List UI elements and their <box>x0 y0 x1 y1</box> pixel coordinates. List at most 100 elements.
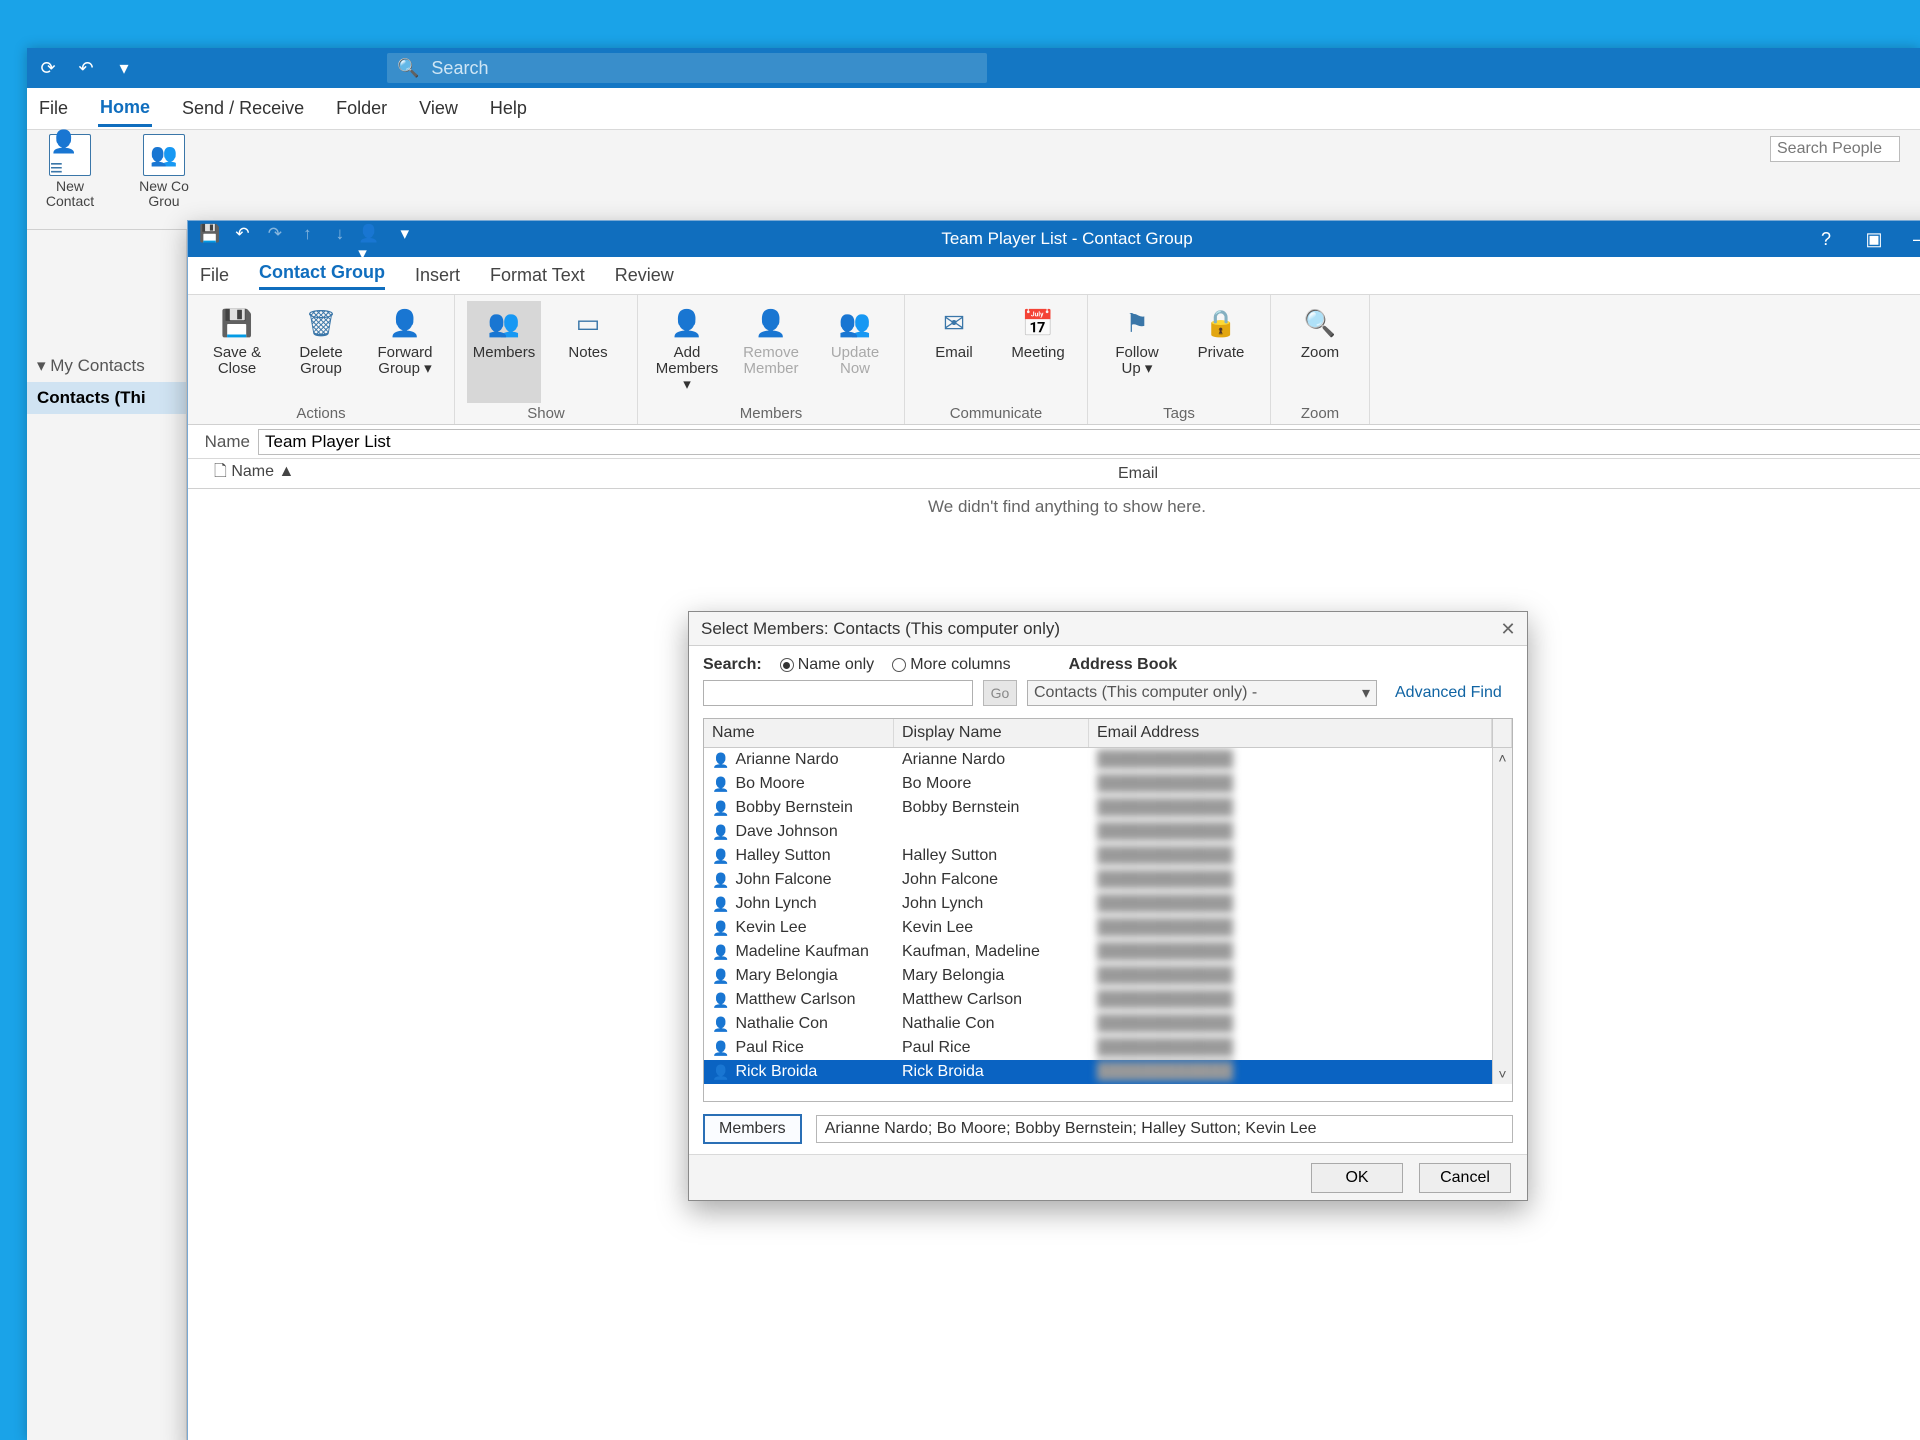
contact-row[interactable]: 👤Bobby BernsteinBobby Bernstein█████████… <box>704 796 1512 820</box>
ribbon-zoom[interactable]: 🔍Zoom <box>1283 301 1357 403</box>
ribbon-meeting[interactable]: 📅Meeting <box>1001 301 1075 403</box>
minimize-icon[interactable]: — <box>1898 221 1920 257</box>
outlook-menu-bar: File Home Send / Receive Folder View Hel… <box>27 88 1920 130</box>
ribbon-save-close[interactable]: 💾Save & Close <box>200 301 274 403</box>
undo-icon[interactable]: ↶ <box>69 51 103 85</box>
cg-member-headers: 🗋 Name ▲ Email <box>188 459 1920 489</box>
radio-name-only[interactable]: Name only <box>780 656 874 674</box>
contact-row[interactable]: 👤Bo MooreBo Moore████████████ <box>704 772 1512 796</box>
ribbon-delete-group[interactable]: 🗑Delete Group <box>284 301 358 403</box>
cg-name-label: Name <box>188 432 258 452</box>
cg-save-icon[interactable]: 💾 <box>196 220 224 248</box>
cg-menu-insert[interactable]: Insert <box>415 265 460 286</box>
contact-row[interactable]: 👤Dave Johnson████████████ <box>704 820 1512 844</box>
person-icon: 👤 <box>712 1016 729 1033</box>
ribbon-group-members: 👤Add Members ▾👤Remove Member👥Update NowM… <box>638 295 905 424</box>
contact-row[interactable]: 👤John LynchJohn Lynch████████████ <box>704 892 1512 916</box>
members-button[interactable]: Members <box>703 1114 802 1144</box>
col-email[interactable]: Email <box>1108 465 1158 483</box>
person-icon: 👤 <box>712 848 729 865</box>
cg-redo-icon[interactable]: ↷ <box>261 220 289 248</box>
contact-row[interactable]: 👤John FalconeJohn Falcone████████████ <box>704 868 1512 892</box>
grid-header: Name Display Name Email Address <box>704 719 1512 748</box>
cg-menu-contactgroup[interactable]: Contact Group <box>259 262 385 290</box>
contacts-grid: Name Display Name Email Address ˄˅ 👤Aria… <box>703 718 1513 1102</box>
cancel-button[interactable]: Cancel <box>1419 1163 1511 1193</box>
ribbon-group-tags: ⚑Follow Up ▾🔒PrivateTags <box>1088 295 1271 424</box>
contact-row[interactable]: 👤Arianne NardoArianne Nardo████████████ <box>704 748 1512 772</box>
ribbon-new-contact-group[interactable]: 👥 New Co Grou <box>127 134 201 210</box>
hdr-name[interactable]: Name <box>704 719 894 747</box>
ribbon-new-contact[interactable]: 👤≡ New Contact <box>33 134 107 210</box>
cg-name-input[interactable] <box>258 429 1920 455</box>
help-icon[interactable]: ? <box>1802 221 1850 257</box>
save-icon: 💾 <box>217 303 257 343</box>
contact-row[interactable]: 👤Rick BroidaRick Broida████████████ <box>704 1060 1512 1084</box>
contact-row[interactable]: 👤Paul RicePaul Rice████████████ <box>704 1036 1512 1060</box>
new-contact-icon: 👤≡ <box>49 134 91 176</box>
cg-menu-file[interactable]: File <box>200 265 229 286</box>
ribbon-forward-group-[interactable]: 👤Forward Group ▾ <box>368 301 442 403</box>
person-icon: 👤 <box>712 752 729 769</box>
outlook-titlebar: ⟳ ↶ ▾ 🔍 <box>27 48 1920 88</box>
menu-sendreceive[interactable]: Send / Receive <box>180 92 306 125</box>
qat-overflow-icon[interactable]: ▾ <box>107 51 141 85</box>
menu-view[interactable]: View <box>417 92 460 125</box>
contact-row[interactable]: 👤Kevin LeeKevin Lee████████████ <box>704 916 1512 940</box>
select-members-dialog: Select Members: Contacts (This computer … <box>688 611 1528 1201</box>
cg-down-icon[interactable]: ↓ <box>326 220 354 248</box>
global-search[interactable]: 🔍 <box>387 53 987 83</box>
dialog-titlebar: Select Members: Contacts (This computer … <box>689 612 1527 646</box>
ribbon-notes[interactable]: ▭Notes <box>551 301 625 403</box>
cg-qat-overflow-icon[interactable]: ▾ <box>391 220 419 248</box>
private-icon: 🔒 <box>1201 303 1241 343</box>
ribbon-follow-up-[interactable]: ⚑Follow Up ▾ <box>1100 301 1174 403</box>
menu-help[interactable]: Help <box>488 92 529 125</box>
menu-folder[interactable]: Folder <box>334 92 389 125</box>
cg-menu-bar: File Contact Group Insert Format Text Re… <box>188 257 1920 295</box>
follow-icon: ⚑ <box>1117 303 1157 343</box>
hdr-email[interactable]: Email Address <box>1089 719 1492 747</box>
contact-row[interactable]: 👤Halley SuttonHalley Sutton████████████ <box>704 844 1512 868</box>
search-input[interactable] <box>703 680 973 706</box>
cg-menu-formattext[interactable]: Format Text <box>490 265 585 286</box>
dialog-footer: OK Cancel <box>689 1154 1527 1200</box>
hdr-display[interactable]: Display Name <box>894 719 1089 747</box>
contact-row[interactable]: 👤Matthew CarlsonMatthew Carlson█████████… <box>704 988 1512 1012</box>
contact-row[interactable]: 👤Madeline KaufmanKaufman, Madeline██████… <box>704 940 1512 964</box>
members-field[interactable]: Arianne Nardo; Bo Moore; Bobby Bernstein… <box>816 1115 1513 1143</box>
close-icon[interactable]: ✕ <box>1495 616 1521 642</box>
ribbon-add-members-[interactable]: 👤Add Members ▾ <box>650 301 724 403</box>
nav-contacts-folder[interactable]: Contacts (Thi <box>27 382 186 414</box>
email-icon: ✉ <box>934 303 974 343</box>
radio-more-columns[interactable]: More columns <box>892 656 1010 674</box>
outlook-nav-pane: ▾ My Contacts Contacts (Thi <box>27 230 187 1440</box>
ribbon-private[interactable]: 🔒Private <box>1184 301 1258 403</box>
col-name[interactable]: 🗋 Name ▲ <box>188 460 1108 487</box>
cg-undo-icon[interactable]: ↶ <box>228 220 256 248</box>
outlook-ribbon: 👤≡ New Contact 👥 New Co Grou Search Peop… <box>27 130 1920 230</box>
nav-my-contacts[interactable]: ▾ My Contacts <box>27 350 186 382</box>
global-search-input[interactable] <box>429 57 977 80</box>
cg-person-icon[interactable]: 👤▾ <box>358 230 386 258</box>
address-book-label: Address Book <box>1069 656 1177 674</box>
sync-icon[interactable]: ⟳ <box>31 51 65 85</box>
address-book-dropdown[interactable]: Contacts (This computer only) - ▾ <box>1027 680 1377 706</box>
ribbon-members[interactable]: 👥Members <box>467 301 541 403</box>
person-icon: 👤 <box>712 776 729 793</box>
menu-file[interactable]: File <box>37 92 70 125</box>
person-icon: 👤 <box>712 896 729 913</box>
outlook-window: ⟳ ↶ ▾ 🔍 File Home Send / Receive Folder … <box>27 48 1920 1440</box>
ribbon-email[interactable]: ✉Email <box>917 301 991 403</box>
search-people-input[interactable]: Search People <box>1770 136 1900 162</box>
go-button[interactable]: Go <box>983 680 1017 706</box>
ok-button[interactable]: OK <box>1311 1163 1403 1193</box>
cg-menu-review[interactable]: Review <box>615 265 674 286</box>
cg-ribbon: 💾Save & Close🗑Delete Group👤Forward Group… <box>188 295 1920 425</box>
contact-row[interactable]: 👤Nathalie ConNathalie Con████████████ <box>704 1012 1512 1036</box>
contact-row[interactable]: 👤Mary BelongiaMary Belongia████████████ <box>704 964 1512 988</box>
cg-up-icon[interactable]: ↑ <box>293 220 321 248</box>
advanced-find-link[interactable]: Advanced Find <box>1395 684 1502 702</box>
menu-home[interactable]: Home <box>98 91 152 127</box>
ribbon-options-icon[interactable]: ▣ <box>1850 221 1898 257</box>
